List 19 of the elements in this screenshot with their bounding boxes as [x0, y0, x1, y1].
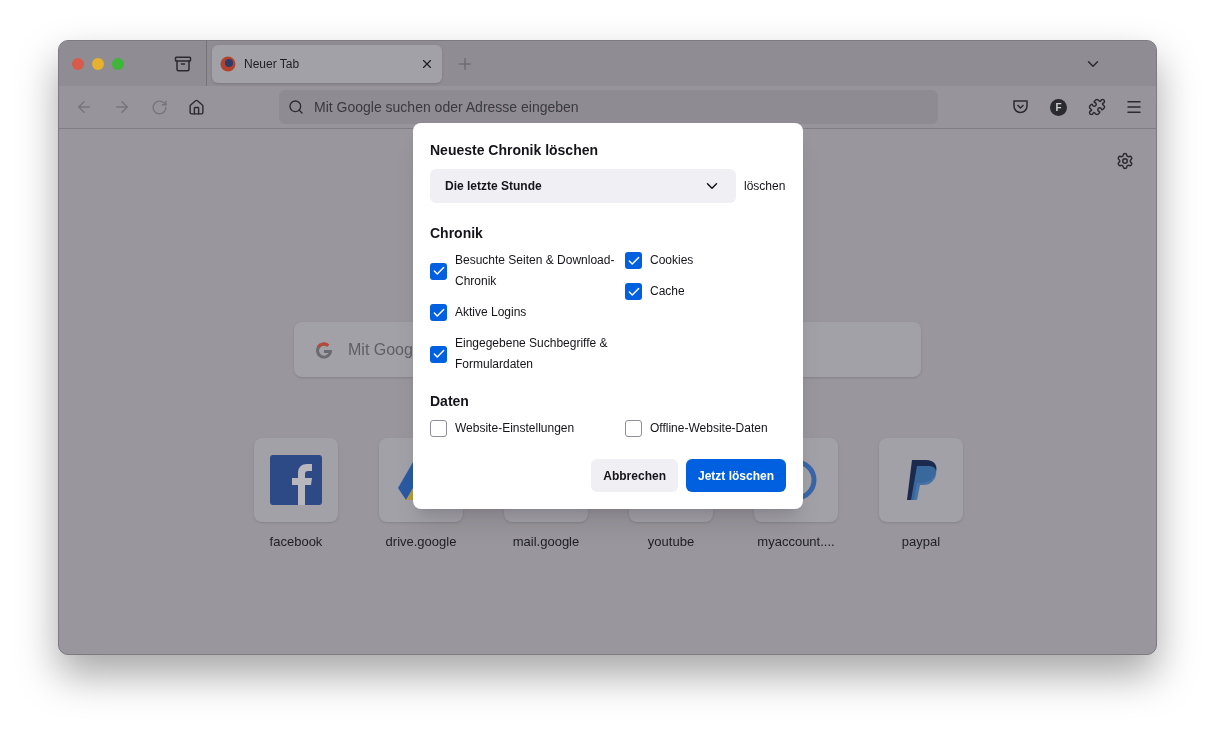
dialog-title: Neueste Chronik löschen — [430, 141, 600, 160]
option-label: Offline-Website-Daten — [650, 420, 768, 437]
option-label: Besuchte Seiten & Download-Chronik — [455, 252, 616, 290]
option-label: Website-Einstellungen — [455, 420, 575, 437]
search-placeholder: Mit Goog — [348, 339, 413, 360]
option-label: Cache — [650, 283, 685, 300]
tab-title: Neuer Tab — [244, 55, 301, 73]
section-heading: Chronik — [430, 224, 484, 243]
shortcut-label: drive.google — [385, 533, 457, 551]
section-heading: Daten — [430, 392, 470, 411]
shortcut-label: facebook — [269, 533, 323, 551]
shortcut-label: youtube — [647, 533, 695, 551]
option-label: Eingegebene Suchbegriffe & Formulardaten — [455, 335, 609, 373]
shortcut-label: myaccount.... — [757, 533, 835, 551]
range-suffix: löschen — [744, 178, 786, 195]
shortcut-label: mail.google — [512, 533, 580, 551]
shortcut-label: paypal — [901, 533, 941, 551]
option-label: Aktive Logins — [455, 304, 527, 321]
option-label: Cookies — [650, 252, 694, 269]
